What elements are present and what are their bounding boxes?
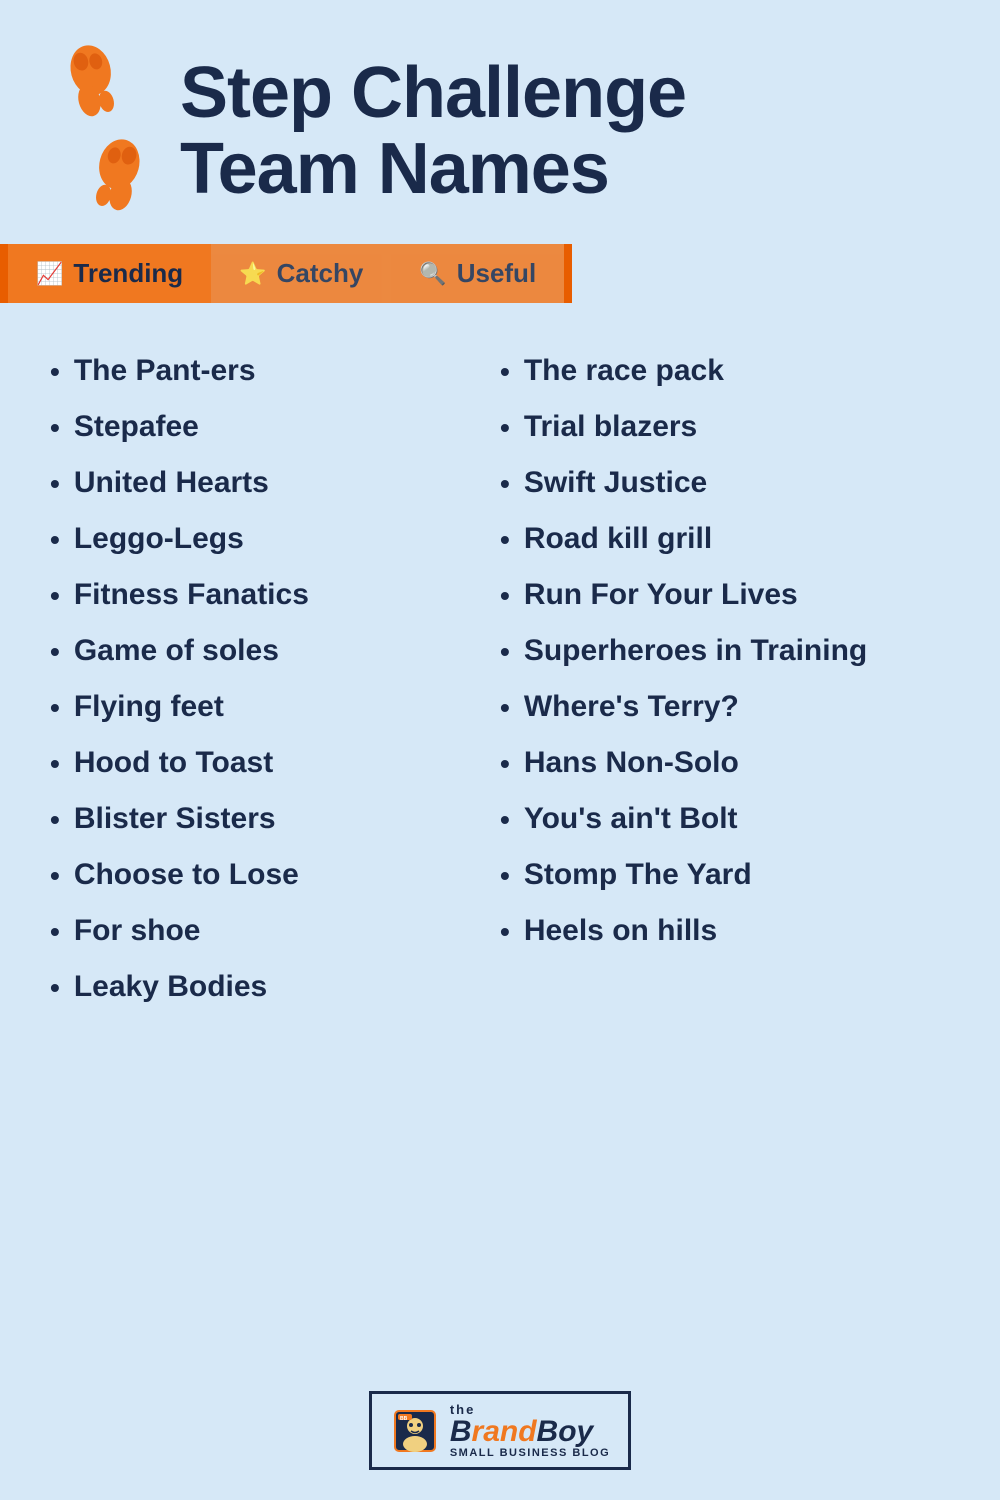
- trending-icon: 📈: [36, 261, 63, 287]
- list-item: • Stomp The Yard: [500, 847, 950, 903]
- bullet: •: [50, 971, 60, 1005]
- bullet: •: [50, 523, 60, 557]
- list-item: • Game of soles: [50, 623, 500, 679]
- list-item-text: Superheroes in Training: [524, 633, 867, 669]
- list-item-text: Fitness Fanatics: [74, 577, 309, 613]
- bullet: •: [500, 579, 510, 613]
- list-item: • Heels on hills: [500, 903, 950, 959]
- logo-sub: SMALL BUSINESS BLOG: [450, 1447, 610, 1459]
- list-item-text: Choose to Lose: [74, 857, 299, 893]
- list-item-text: Where's Terry?: [524, 689, 739, 725]
- list-item-text: Heels on hills: [524, 913, 717, 949]
- list-item: • Where's Terry?: [500, 679, 950, 735]
- shoe-icons: [60, 40, 150, 224]
- footer: BB the BrandBoy SMALL BUSINESS BLOG: [0, 1371, 1000, 1500]
- list-item-text: Leaky Bodies: [74, 969, 267, 1005]
- list-item-text: The Pant-ers: [74, 353, 256, 389]
- list-item: • Road kill grill: [500, 511, 950, 567]
- svg-text:BB: BB: [400, 1416, 408, 1422]
- list-item-text: Hans Non-Solo: [524, 745, 739, 781]
- list-section: • The Pant-ers • Stepafee • United Hearts • Leg…: [0, 313, 1000, 1371]
- bullet: •: [50, 859, 60, 893]
- list-item: • Leaky Bodies: [50, 959, 500, 1015]
- title-line2: Team Names: [180, 129, 609, 209]
- bullet: •: [500, 467, 510, 501]
- main-title: Step Challenge Team Names: [180, 56, 940, 207]
- list-item: • The Pant-ers: [50, 343, 500, 399]
- right-shoe-icon: [60, 126, 170, 236]
- title-line1: Step Challenge: [180, 53, 686, 133]
- bullet: •: [500, 691, 510, 725]
- right-column: • The race pack • Trial blazers • Swift Justi…: [500, 343, 950, 1351]
- list-item: • Flying feet: [50, 679, 500, 735]
- bullet: •: [50, 355, 60, 389]
- bullet: •: [500, 859, 510, 893]
- list-item-text: Stepafee: [74, 409, 199, 445]
- list-item: • Hood to Toast: [50, 735, 500, 791]
- list-item-text: Run For Your Lives: [524, 577, 798, 613]
- list-item: • Superheroes in Training: [500, 623, 950, 679]
- list-item-text: You's ain't Bolt: [524, 801, 738, 837]
- bullet: •: [50, 803, 60, 837]
- list-item-text: United Hearts: [74, 465, 269, 501]
- tab-catchy-label: Catchy: [277, 258, 364, 289]
- brandboy-mascot-icon: BB: [390, 1406, 440, 1456]
- bullet: •: [500, 355, 510, 389]
- list-item-text: Flying feet: [74, 689, 224, 725]
- tab-trending[interactable]: 📈 Trending: [8, 244, 211, 303]
- bullet: •: [50, 579, 60, 613]
- list-item: • You's ain't Bolt: [500, 791, 950, 847]
- list-item: • Choose to Lose: [50, 847, 500, 903]
- useful-icon: 🔍: [419, 261, 446, 287]
- title-block: Step Challenge Team Names: [180, 56, 940, 207]
- orange-bar: [564, 244, 572, 303]
- tab-catchy[interactable]: ⭐ Catchy: [211, 244, 391, 303]
- list-item: • Leggo-Legs: [50, 511, 500, 567]
- bullet: •: [500, 803, 510, 837]
- tab-useful[interactable]: 🔍 Useful: [391, 244, 564, 303]
- bullet: •: [50, 635, 60, 669]
- bullet: •: [500, 635, 510, 669]
- logo-text: the BrandBoy SMALL BUSINESS BLOG: [450, 1402, 610, 1459]
- list-item: • Trial blazers: [500, 399, 950, 455]
- list-item-text: Road kill grill: [524, 521, 712, 557]
- list-item: • Fitness Fanatics: [50, 567, 500, 623]
- bullet: •: [500, 411, 510, 445]
- list-item-text: Swift Justice: [524, 465, 707, 501]
- tab-trending-label: Trending: [73, 258, 183, 289]
- tab-useful-label: Useful: [457, 258, 536, 289]
- list-item: • Hans Non-Solo: [500, 735, 950, 791]
- logo-box: BB the BrandBoy SMALL BUSINESS BLOG: [369, 1391, 631, 1470]
- bullet: •: [500, 523, 510, 557]
- bullet: •: [50, 467, 60, 501]
- list-item-text: Stomp The Yard: [524, 857, 752, 893]
- bullet: •: [50, 747, 60, 781]
- list-item: • Swift Justice: [500, 455, 950, 511]
- list-item-text: Trial blazers: [524, 409, 697, 445]
- tab-bar: 📈 Trending ⭐ Catchy 🔍 Useful: [0, 244, 1000, 303]
- list-item-text: The race pack: [524, 353, 724, 389]
- list-item: • United Hearts: [50, 455, 500, 511]
- bullet: •: [50, 915, 60, 949]
- list-item: • Run For Your Lives: [500, 567, 950, 623]
- list-item: • For shoe: [50, 903, 500, 959]
- list-item-text: Blister Sisters: [74, 801, 276, 837]
- list-item-text: Leggo-Legs: [74, 521, 244, 557]
- logo-brand: BrandBoy: [450, 1417, 593, 1447]
- list-item: • Stepafee: [50, 399, 500, 455]
- list-item: • The race pack: [500, 343, 950, 399]
- catchy-icon: ⭐: [239, 261, 266, 287]
- bullet: •: [50, 411, 60, 445]
- page-wrapper: Step Challenge Team Names 📈 Trending ⭐ C…: [0, 0, 1000, 1500]
- bullet: •: [500, 915, 510, 949]
- list-item-text: Hood to Toast: [74, 745, 273, 781]
- list-item-text: For shoe: [74, 913, 201, 949]
- bullet: •: [500, 747, 510, 781]
- header: Step Challenge Team Names: [0, 0, 1000, 244]
- left-column: • The Pant-ers • Stepafee • United Hearts • Leg…: [50, 343, 500, 1351]
- left-shoe-icon: [40, 32, 150, 142]
- list-item-text: Game of soles: [74, 633, 279, 669]
- bullet: •: [50, 691, 60, 725]
- list-item: • Blister Sisters: [50, 791, 500, 847]
